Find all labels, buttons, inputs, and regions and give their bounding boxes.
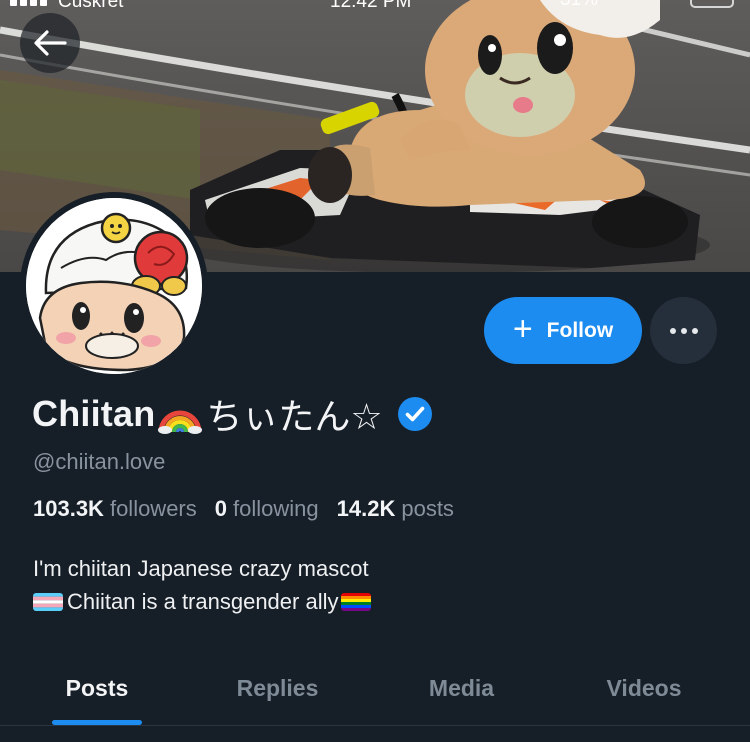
- display-name-japanese: ちぃたん☆: [206, 396, 383, 437]
- avatar-image: [26, 198, 202, 374]
- more-options-button[interactable]: [650, 297, 717, 364]
- arrow-left-icon: [34, 30, 67, 56]
- tab-posts[interactable]: Posts: [0, 650, 194, 726]
- tabs-divider: [0, 725, 750, 726]
- more-dots-icon: [669, 327, 676, 334]
- display-name-latin: Chiitan: [32, 393, 156, 434]
- profile-handle: @chiitan.love: [33, 449, 166, 474]
- verified-badge-icon: [397, 396, 433, 432]
- follow-label: Follow: [546, 318, 614, 342]
- posts-label: posts: [401, 496, 454, 521]
- bio-line-1: I'm chiitan Japanese crazy mascot: [33, 556, 369, 581]
- followers-label: followers: [109, 496, 197, 521]
- profile-avatar[interactable]: [20, 192, 208, 380]
- following-stat[interactable]: 0 following: [215, 496, 319, 522]
- profile-stats: 103.3K followers 0 following 14.2K posts: [33, 496, 454, 522]
- profile-bio: I'm chiitan Japanese crazy mascot Chiita…: [33, 552, 372, 618]
- rainbow-icon: [157, 394, 203, 434]
- bio-line-2-text: Chiitan is a transgender ally: [67, 589, 339, 614]
- tab-media[interactable]: Media: [361, 650, 562, 726]
- battery-percent: 31%: [560, 0, 598, 11]
- plus-icon: +: [512, 310, 533, 348]
- signal-icon: [10, 0, 50, 6]
- tab-replies[interactable]: Replies: [194, 650, 361, 726]
- posts-count: 14.2K: [336, 496, 396, 521]
- status-time: 12:42 PM: [330, 0, 412, 12]
- bio-line-2: Chiitan is a transgender ally: [33, 585, 372, 618]
- followers-stat[interactable]: 103.3K followers: [33, 496, 197, 522]
- posts-stat[interactable]: 14.2K posts: [337, 496, 454, 522]
- back-button[interactable]: [20, 13, 80, 73]
- tab-replies-label: Replies: [236, 674, 319, 701]
- following-count: 0: [214, 496, 228, 521]
- follow-button[interactable]: + Follow: [484, 297, 642, 364]
- rainbow-flag-icon: [341, 592, 372, 611]
- followers-count: 103.3K: [33, 496, 104, 521]
- tab-videos[interactable]: Videos: [562, 650, 726, 726]
- following-label: following: [233, 496, 319, 521]
- tab-videos-label: Videos: [606, 674, 682, 701]
- carrier-label: Cuskret: [58, 0, 124, 12]
- display-name: Chiitan ちぃたん☆: [32, 392, 433, 437]
- tab-media-label: Media: [428, 674, 495, 701]
- profile-tabs: Posts Replies Media Videos: [0, 650, 750, 726]
- transgender-flag-icon: [33, 592, 63, 611]
- battery-icon: [690, 0, 734, 8]
- tab-posts-label: Posts: [65, 674, 129, 701]
